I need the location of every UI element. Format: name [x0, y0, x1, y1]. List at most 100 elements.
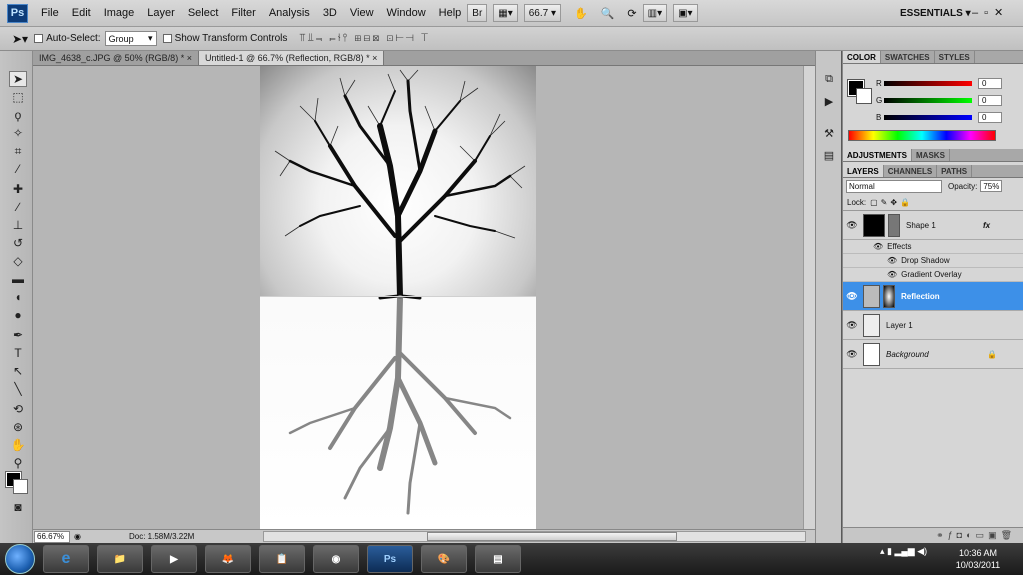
layer-reflection[interactable]: 👁 Reflection: [843, 282, 1023, 311]
red-slider[interactable]: [884, 80, 972, 86]
status-menu-icon[interactable]: ◉: [74, 532, 81, 541]
menu-3d[interactable]: 3D: [323, 7, 337, 19]
hand-tool-icon[interactable]: ✋: [574, 7, 588, 20]
clipboard-app-icon[interactable]: 📋: [259, 545, 305, 573]
media-player-icon[interactable]: ▶: [151, 545, 197, 573]
tool-presets-icon[interactable]: ⚒: [821, 127, 837, 142]
move-tool-preset-icon[interactable]: ➤▾: [12, 32, 28, 46]
photoshop-taskbar-icon[interactable]: Ps: [367, 545, 413, 573]
blur-tool-icon[interactable]: ◖: [9, 289, 27, 305]
tray-icons[interactable]: ▴ ▮ ▂▄▆ ◀): [880, 546, 927, 557]
horizontal-scrollbar[interactable]: [263, 531, 806, 542]
layer-background[interactable]: 👁 Background 🔒: [843, 340, 1023, 369]
tab-styles[interactable]: STYLES: [935, 51, 975, 63]
green-slider[interactable]: [884, 97, 972, 103]
actions-panel-icon[interactable]: ▶: [821, 95, 837, 110]
magic-wand-icon[interactable]: ✧: [9, 125, 27, 141]
eye-icon[interactable]: 👁: [873, 242, 883, 251]
clock[interactable]: 10:36 AM 10/03/2011: [950, 547, 1006, 571]
brush-tool-icon[interactable]: ∕: [9, 199, 27, 215]
zoom-tool-icon[interactable]: 🔍: [601, 7, 615, 20]
eye-icon[interactable]: 👁: [845, 220, 859, 231]
photoshop-logo[interactable]: Ps: [7, 3, 28, 23]
show-transform-checkbox[interactable]: [162, 34, 172, 43]
move-tool-icon[interactable]: ➤: [9, 71, 27, 87]
layer-1[interactable]: 👁 Layer 1: [843, 311, 1023, 340]
eyedropper-icon[interactable]: ⁄: [9, 161, 27, 177]
tab-color[interactable]: COLOR: [843, 51, 881, 63]
green-value[interactable]: 0: [978, 94, 1002, 106]
zoom-field[interactable]: 66.67%: [34, 530, 70, 543]
red-value[interactable]: 0: [978, 77, 1002, 89]
eye-icon[interactable]: 👁: [845, 320, 859, 331]
eye-icon[interactable]: 👁: [845, 349, 859, 360]
tab-untitled-1[interactable]: Untitled-1 @ 66.7% (Reflection, RGB/8) *…: [198, 51, 385, 65]
blend-mode-select[interactable]: Normal: [846, 179, 942, 193]
auto-select-checkbox[interactable]: [34, 34, 44, 43]
rotate-view-icon[interactable]: ⟳: [627, 7, 636, 20]
doc-size-info[interactable]: Doc: 1.58M/3.22M: [129, 532, 259, 541]
menu-edit[interactable]: Edit: [72, 7, 91, 19]
crop-tool-icon[interactable]: ⌗: [9, 143, 27, 159]
opacity-field[interactable]: 75%: [980, 180, 1003, 192]
eye-icon[interactable]: 👁: [845, 291, 859, 302]
tab-channels[interactable]: CHANNELS: [884, 165, 938, 177]
tab-img-4638[interactable]: IMG_4638_c.JPG @ 50% (RGB/8) * ×: [33, 51, 199, 65]
clone-stamp-icon[interactable]: ⊥: [9, 217, 27, 233]
background-color-swatch[interactable]: [13, 479, 28, 494]
view-extras-button[interactable]: ▦▾: [493, 4, 518, 22]
system-tray[interactable]: ▴ ▮ ▂▄▆ ◀): [880, 546, 927, 557]
type-tool-icon[interactable]: T: [9, 345, 27, 361]
window-app-icon[interactable]: ▤: [475, 545, 521, 573]
marquee-tool-icon[interactable]: ⬚: [9, 89, 27, 105]
firefox-icon[interactable]: 🦊: [205, 545, 251, 573]
screen-mode-button[interactable]: ▣▾: [673, 4, 698, 22]
blue-slider[interactable]: [884, 114, 972, 120]
fx-icon[interactable]: fx: [983, 221, 990, 230]
eraser-tool-icon[interactable]: ◇: [9, 253, 27, 269]
auto-select-dropdown[interactable]: Group ▾: [104, 31, 157, 46]
effects-row[interactable]: 👁 Effects: [843, 240, 1023, 254]
menu-select[interactable]: Select: [188, 7, 219, 19]
explorer-icon[interactable]: 📁: [97, 545, 143, 573]
lasso-tool-icon[interactable]: ϙ: [9, 107, 27, 123]
zoom-tool-icon[interactable]: ⚲: [9, 455, 27, 471]
menu-view[interactable]: View: [350, 7, 374, 19]
start-button[interactable]: [5, 544, 35, 574]
layers-footer-icons[interactable]: ⚭ƒ◘◐▭▣🗑: [843, 527, 1023, 543]
layer-comps-icon[interactable]: ▤: [821, 149, 837, 164]
tab-layers[interactable]: LAYERS: [843, 165, 884, 177]
menu-image[interactable]: Image: [104, 7, 135, 19]
menu-analysis[interactable]: Analysis: [269, 7, 310, 19]
menu-file[interactable]: File: [41, 7, 59, 19]
paint-icon[interactable]: 🎨: [421, 545, 467, 573]
gradient-tool-icon[interactable]: ▬: [9, 271, 27, 287]
green-slider-row[interactable]: G 0: [876, 93, 1002, 107]
menu-window[interactable]: Window: [387, 7, 426, 19]
3d-orbit-icon[interactable]: ⊛: [9, 419, 27, 435]
tab-paths[interactable]: PATHS: [937, 165, 973, 177]
3d-rotate-icon[interactable]: ⟲: [9, 401, 27, 417]
document-canvas[interactable]: [260, 66, 536, 529]
hand-tool-icon[interactable]: ✋: [9, 437, 27, 453]
gradient-overlay-row[interactable]: 👁 Gradient Overlay: [843, 268, 1023, 282]
window-controls[interactable]: –▫✕: [972, 6, 1009, 19]
color-background-swatch[interactable]: [856, 88, 872, 104]
tab-masks[interactable]: MASKS: [912, 149, 950, 161]
bridge-button[interactable]: Br: [467, 4, 488, 22]
eye-icon[interactable]: 👁: [887, 270, 897, 279]
blue-slider-row[interactable]: B 0: [876, 110, 1002, 124]
menu-filter[interactable]: Filter: [231, 7, 255, 19]
color-spectrum[interactable]: [848, 130, 996, 141]
quick-mask-icon[interactable]: ◙: [9, 499, 27, 515]
history-brush-icon[interactable]: ↺: [9, 235, 27, 251]
pen-tool-icon[interactable]: ✒: [9, 327, 27, 343]
history-panel-icon[interactable]: ⧉: [821, 73, 837, 88]
canvas-area[interactable]: [33, 66, 808, 529]
scroll-thumb[interactable]: [427, 532, 677, 541]
align-icons[interactable]: ⫪⫫⫬ ⫭⫮⫯ ⊞⊟⊠ ⊡⊢⊣ ⊤: [299, 32, 430, 45]
ie-icon[interactable]: e: [43, 545, 89, 573]
chrome-icon[interactable]: ◉: [313, 545, 359, 573]
menu-help[interactable]: Help: [439, 7, 462, 19]
shape-tool-icon[interactable]: ╲: [9, 381, 27, 397]
